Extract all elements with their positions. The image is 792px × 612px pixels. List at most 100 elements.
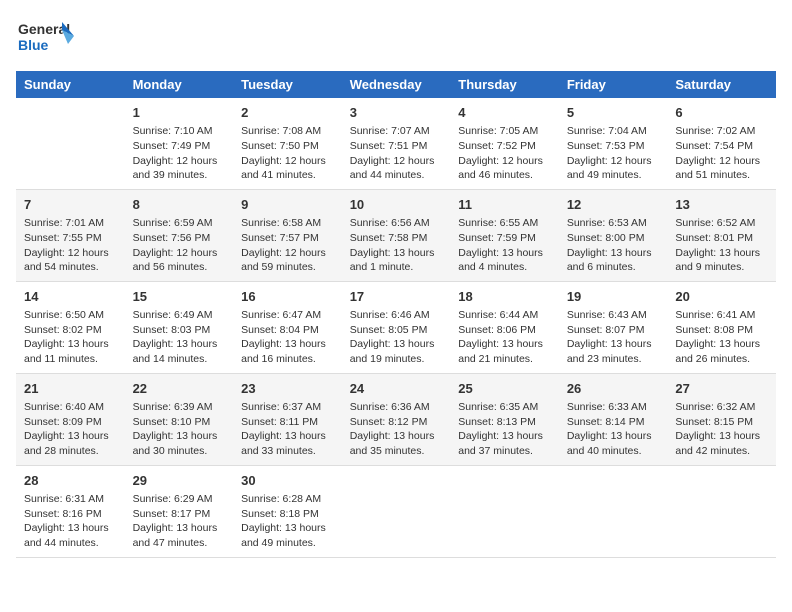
cell-info: Sunrise: 6:43 AM Sunset: 8:07 PM Dayligh…: [567, 308, 660, 367]
day-number: 7: [24, 196, 117, 214]
day-number: 26: [567, 380, 660, 398]
calendar-cell: 23 Sunrise: 6:37 AM Sunset: 8:11 PM Dayli…: [233, 373, 342, 465]
col-header-thursday: Thursday: [450, 71, 559, 98]
cell-info: Sunrise: 6:59 AM Sunset: 7:56 PM Dayligh…: [133, 216, 226, 275]
cell-info: Sunrise: 6:58 AM Sunset: 7:57 PM Dayligh…: [241, 216, 334, 275]
calendar-cell: 17 Sunrise: 6:46 AM Sunset: 8:05 PM Dayli…: [342, 281, 451, 373]
calendar-cell: 24 Sunrise: 6:36 AM Sunset: 8:12 PM Dayli…: [342, 373, 451, 465]
header-row: SundayMondayTuesdayWednesdayThursdayFrid…: [16, 71, 776, 98]
col-header-wednesday: Wednesday: [342, 71, 451, 98]
calendar-cell: 15Sunrise: 6:49 AM Sunset: 8:03 PM Dayli…: [125, 281, 234, 373]
calendar-cell: 5 Sunrise: 7:04 AM Sunset: 7:53 PM Daylig…: [559, 98, 668, 189]
calendar-cell: 4 Sunrise: 7:05 AM Sunset: 7:52 PM Daylig…: [450, 98, 559, 189]
day-number: 12: [567, 196, 660, 214]
day-number: 13: [675, 196, 768, 214]
day-number: 5: [567, 104, 660, 122]
day-number: 30: [241, 472, 334, 490]
calendar-cell: 6Sunrise: 7:02 AM Sunset: 7:54 PM Daylig…: [667, 98, 776, 189]
col-header-friday: Friday: [559, 71, 668, 98]
cell-info: Sunrise: 6:56 AM Sunset: 7:58 PM Dayligh…: [350, 216, 443, 275]
cell-info: Sunrise: 6:35 AM Sunset: 8:13 PM Dayligh…: [458, 400, 551, 459]
cell-info: Sunrise: 6:46 AM Sunset: 8:05 PM Dayligh…: [350, 308, 443, 367]
cell-info: Sunrise: 7:04 AM Sunset: 7:53 PM Dayligh…: [567, 124, 660, 183]
week-row-2: 7 Sunrise: 7:01 AM Sunset: 7:55 PM Daylig…: [16, 189, 776, 281]
cell-info: Sunrise: 6:33 AM Sunset: 8:14 PM Dayligh…: [567, 400, 660, 459]
col-header-saturday: Saturday: [667, 71, 776, 98]
page-header: GeneralBlue: [16, 16, 776, 61]
day-number: 4: [458, 104, 551, 122]
calendar-body: 1 Sunrise: 7:10 AM Sunset: 7:49 PM Daylig…: [16, 98, 776, 557]
col-header-tuesday: Tuesday: [233, 71, 342, 98]
day-number: 14: [24, 288, 117, 306]
day-number: 6: [675, 104, 768, 122]
cell-info: Sunrise: 6:40 AM Sunset: 8:09 PM Dayligh…: [24, 400, 117, 459]
day-number: 27: [675, 380, 768, 398]
day-number: 21: [24, 380, 117, 398]
day-number: 24: [350, 380, 443, 398]
cell-info: Sunrise: 6:28 AM Sunset: 8:18 PM Dayligh…: [241, 492, 334, 551]
day-number: 9: [241, 196, 334, 214]
week-row-5: 28Sunrise: 6:31 AM Sunset: 8:16 PM Dayli…: [16, 465, 776, 557]
day-number: 20: [675, 288, 768, 306]
day-number: 28: [24, 472, 117, 490]
week-row-4: 21 Sunrise: 6:40 AM Sunset: 8:09 PM Dayli…: [16, 373, 776, 465]
cell-info: Sunrise: 6:44 AM Sunset: 8:06 PM Dayligh…: [458, 308, 551, 367]
day-number: 17: [350, 288, 443, 306]
day-number: 25: [458, 380, 551, 398]
week-row-1: 1 Sunrise: 7:10 AM Sunset: 7:49 PM Daylig…: [16, 98, 776, 189]
svg-text:Blue: Blue: [18, 37, 49, 53]
day-number: 10: [350, 196, 443, 214]
calendar-cell: [667, 465, 776, 557]
calendar-cell: 14 Sunrise: 6:50 AM Sunset: 8:02 PM Dayli…: [16, 281, 125, 373]
calendar-cell: 20 Sunrise: 6:41 AM Sunset: 8:08 PM Dayli…: [667, 281, 776, 373]
cell-info: Sunrise: 7:07 AM Sunset: 7:51 PM Dayligh…: [350, 124, 443, 183]
calendar-header: SundayMondayTuesdayWednesdayThursdayFrid…: [16, 71, 776, 98]
cell-info: Sunrise: 6:47 AM Sunset: 8:04 PM Dayligh…: [241, 308, 334, 367]
calendar-cell: 27 Sunrise: 6:32 AM Sunset: 8:15 PM Dayli…: [667, 373, 776, 465]
cell-info: Sunrise: 7:10 AM Sunset: 7:49 PM Dayligh…: [133, 124, 226, 183]
col-header-sunday: Sunday: [16, 71, 125, 98]
calendar-cell: [559, 465, 668, 557]
calendar-cell: [450, 465, 559, 557]
calendar-cell: 3Sunrise: 7:07 AM Sunset: 7:51 PM Daylig…: [342, 98, 451, 189]
col-header-monday: Monday: [125, 71, 234, 98]
day-number: 22: [133, 380, 226, 398]
day-number: 18: [458, 288, 551, 306]
calendar-cell: 11 Sunrise: 6:55 AM Sunset: 7:59 PM Dayli…: [450, 189, 559, 281]
cell-info: Sunrise: 7:08 AM Sunset: 7:50 PM Dayligh…: [241, 124, 334, 183]
calendar-cell: 30 Sunrise: 6:28 AM Sunset: 8:18 PM Dayli…: [233, 465, 342, 557]
calendar-cell: [16, 98, 125, 189]
cell-info: Sunrise: 6:39 AM Sunset: 8:10 PM Dayligh…: [133, 400, 226, 459]
day-number: 11: [458, 196, 551, 214]
cell-info: Sunrise: 6:55 AM Sunset: 7:59 PM Dayligh…: [458, 216, 551, 275]
calendar-cell: 16 Sunrise: 6:47 AM Sunset: 8:04 PM Dayli…: [233, 281, 342, 373]
cell-info: Sunrise: 6:52 AM Sunset: 8:01 PM Dayligh…: [675, 216, 768, 275]
cell-info: Sunrise: 7:05 AM Sunset: 7:52 PM Dayligh…: [458, 124, 551, 183]
cell-info: Sunrise: 6:41 AM Sunset: 8:08 PM Dayligh…: [675, 308, 768, 367]
calendar-cell: 12Sunrise: 6:53 AM Sunset: 8:00 PM Dayli…: [559, 189, 668, 281]
calendar-cell: 21 Sunrise: 6:40 AM Sunset: 8:09 PM Dayli…: [16, 373, 125, 465]
day-number: 16: [241, 288, 334, 306]
cell-info: Sunrise: 6:36 AM Sunset: 8:12 PM Dayligh…: [350, 400, 443, 459]
day-number: 19: [567, 288, 660, 306]
week-row-3: 14 Sunrise: 6:50 AM Sunset: 8:02 PM Dayli…: [16, 281, 776, 373]
cell-info: Sunrise: 6:29 AM Sunset: 8:17 PM Dayligh…: [133, 492, 226, 551]
cell-info: Sunrise: 6:50 AM Sunset: 8:02 PM Dayligh…: [24, 308, 117, 367]
calendar-cell: 28Sunrise: 6:31 AM Sunset: 8:16 PM Dayli…: [16, 465, 125, 557]
calendar-cell: 29 Sunrise: 6:29 AM Sunset: 8:17 PM Dayli…: [125, 465, 234, 557]
day-number: 1: [133, 104, 226, 122]
cell-info: Sunrise: 7:01 AM Sunset: 7:55 PM Dayligh…: [24, 216, 117, 275]
cell-info: Sunrise: 6:49 AM Sunset: 8:03 PM Dayligh…: [133, 308, 226, 367]
calendar-table: SundayMondayTuesdayWednesdayThursdayFrid…: [16, 71, 776, 558]
day-number: 29: [133, 472, 226, 490]
day-number: 23: [241, 380, 334, 398]
calendar-cell: 26 Sunrise: 6:33 AM Sunset: 8:14 PM Dayli…: [559, 373, 668, 465]
day-number: 2: [241, 104, 334, 122]
cell-info: Sunrise: 6:32 AM Sunset: 8:15 PM Dayligh…: [675, 400, 768, 459]
cell-info: Sunrise: 6:37 AM Sunset: 8:11 PM Dayligh…: [241, 400, 334, 459]
day-number: 8: [133, 196, 226, 214]
calendar-cell: 22 Sunrise: 6:39 AM Sunset: 8:10 PM Dayli…: [125, 373, 234, 465]
calendar-cell: 18 Sunrise: 6:44 AM Sunset: 8:06 PM Dayli…: [450, 281, 559, 373]
logo: GeneralBlue: [16, 16, 76, 61]
calendar-cell: 10 Sunrise: 6:56 AM Sunset: 7:58 PM Dayli…: [342, 189, 451, 281]
